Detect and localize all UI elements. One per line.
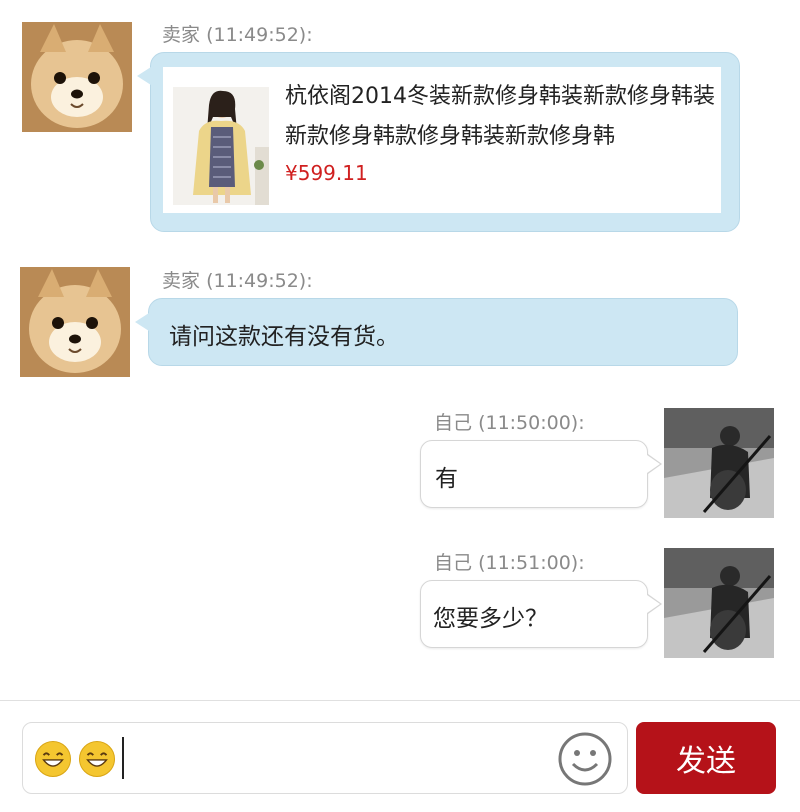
product-message-bubble: 杭依阁2014冬装新款修身韩装新款修身韩装新款修身韩款修身韩装新款修身韩 ¥59… — [137, 52, 740, 232]
self-avatar[interactable] — [664, 548, 774, 658]
self-message-bubble: 您要多少？ — [420, 580, 662, 648]
product-card[interactable]: 杭依阁2014冬装新款修身韩装新款修身韩装新款修身韩款修身韩装新款修身韩 ¥59… — [163, 67, 721, 213]
self-message-bubble: 有 — [420, 440, 662, 508]
message-meta: 自己 (11:50:00): — [434, 408, 585, 435]
message-input[interactable] — [22, 722, 628, 794]
seller-avatar[interactable] — [20, 267, 130, 377]
sender-name: 自己 — [434, 412, 473, 434]
message-text: 请问这款还有没有货。 — [169, 324, 399, 350]
message-time: (11:49:52): — [206, 270, 313, 292]
sender-name: 自己 — [434, 552, 473, 574]
smiley-icon[interactable] — [557, 731, 613, 787]
grinning-face-icon[interactable] — [79, 741, 115, 777]
message-meta: 卖家 (11:49:52): — [162, 266, 313, 293]
message-meta: 卖家 (11:49:52): — [162, 20, 313, 47]
cellist-avatar-image — [664, 408, 774, 518]
text-cursor — [122, 737, 124, 779]
dog-avatar-image — [20, 267, 130, 377]
message-time: (11:50:00): — [478, 412, 585, 434]
sender-name: 卖家 — [162, 270, 201, 292]
composer-divider — [0, 700, 800, 701]
product-price: ¥599.11 — [285, 161, 368, 185]
message-time: (11:51:00): — [478, 552, 585, 574]
message-meta: 自己 (11:51:00): — [434, 548, 585, 575]
message-time: (11:49:52): — [206, 24, 313, 46]
cellist-avatar-image — [664, 548, 774, 658]
product-image[interactable] — [173, 87, 269, 205]
send-button[interactable]: 发送 — [636, 722, 776, 794]
grinning-face-icon[interactable] — [35, 741, 71, 777]
product-title[interactable]: 杭依阁2014冬装新款修身韩装新款修身韩装新款修身韩款修身韩装新款修身韩 — [285, 77, 725, 157]
seller-avatar[interactable] — [22, 22, 132, 132]
self-avatar[interactable] — [664, 408, 774, 518]
message-text: 有 — [435, 466, 458, 492]
sender-name: 卖家 — [162, 24, 201, 46]
product-photo — [173, 87, 269, 205]
message-text: 您要多少？ — [433, 606, 548, 632]
seller-message-bubble: 请问这款还有没有货。 — [135, 298, 738, 366]
dog-avatar-image — [22, 22, 132, 132]
